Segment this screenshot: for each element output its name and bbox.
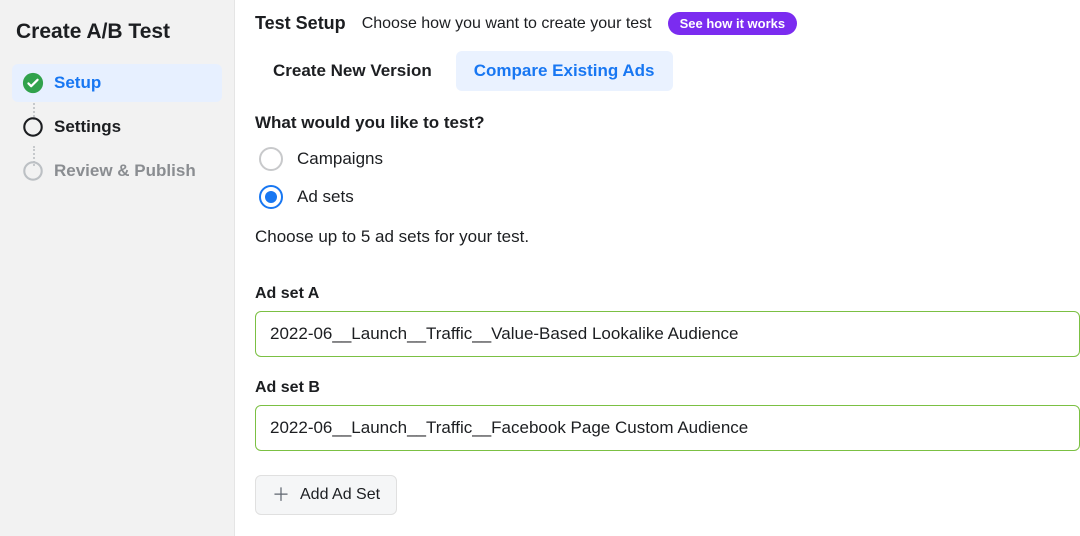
radio-label: Ad sets	[297, 187, 354, 207]
radio-selected-icon	[259, 185, 283, 209]
header-row: Test Setup Choose how you want to create…	[255, 12, 1080, 35]
sidebar-steps: Setup Settings Review & Publish	[12, 64, 222, 196]
circle-outline-icon	[22, 116, 44, 138]
radio-ad-sets[interactable]: Ad sets	[255, 185, 1080, 209]
add-ad-set-label: Add Ad Set	[300, 486, 380, 504]
step-label: Setup	[54, 73, 101, 93]
adset-b-select[interactable]: 2022-06__Launch__Traffic__Facebook Page …	[255, 405, 1080, 451]
adset-b-label: Ad set B	[255, 379, 1080, 397]
step-setup[interactable]: Setup	[12, 64, 222, 102]
radio-label: Campaigns	[297, 149, 383, 169]
step-settings[interactable]: Settings	[12, 108, 222, 146]
adset-a-label: Ad set A	[255, 285, 1080, 303]
create-mode-tabs: Create New Version Compare Existing Ads	[255, 51, 1080, 91]
add-ad-set-button[interactable]: ＋ Add Ad Set	[255, 475, 397, 515]
check-circle-icon	[22, 72, 44, 94]
test-target-radios: Campaigns Ad sets	[255, 147, 1080, 209]
step-label: Settings	[54, 117, 121, 137]
tab-compare-existing-ads[interactable]: Compare Existing Ads	[456, 51, 673, 91]
page-title: Test Setup	[255, 13, 346, 34]
adset-b-group: Ad set B 2022-06__Launch__Traffic__Faceb…	[255, 379, 1080, 451]
radio-unselected-icon	[259, 147, 283, 171]
circle-outline-icon	[22, 160, 44, 182]
sidebar-title: Create A/B Test	[16, 20, 218, 44]
page-subtitle: Choose how you want to create your test	[362, 15, 652, 33]
limit-note: Choose up to 5 ad sets for your test.	[255, 227, 1080, 247]
see-how-it-works-button[interactable]: See how it works	[668, 12, 797, 35]
sidebar: Create A/B Test Setup Settings R	[0, 0, 235, 536]
radio-inner-dot	[265, 191, 277, 203]
adset-a-group: Ad set A 2022-06__Launch__Traffic__Value…	[255, 285, 1080, 357]
adset-a-select[interactable]: 2022-06__Launch__Traffic__Value-Based Lo…	[255, 311, 1080, 357]
main-panel: Test Setup Choose how you want to create…	[235, 0, 1080, 536]
radio-campaigns[interactable]: Campaigns	[255, 147, 1080, 171]
tab-create-new-version[interactable]: Create New Version	[255, 51, 450, 91]
step-label: Review & Publish	[54, 161, 196, 181]
step-review-publish[interactable]: Review & Publish	[12, 152, 222, 190]
plus-icon: ＋	[272, 486, 290, 504]
test-question: What would you like to test?	[255, 113, 1080, 133]
